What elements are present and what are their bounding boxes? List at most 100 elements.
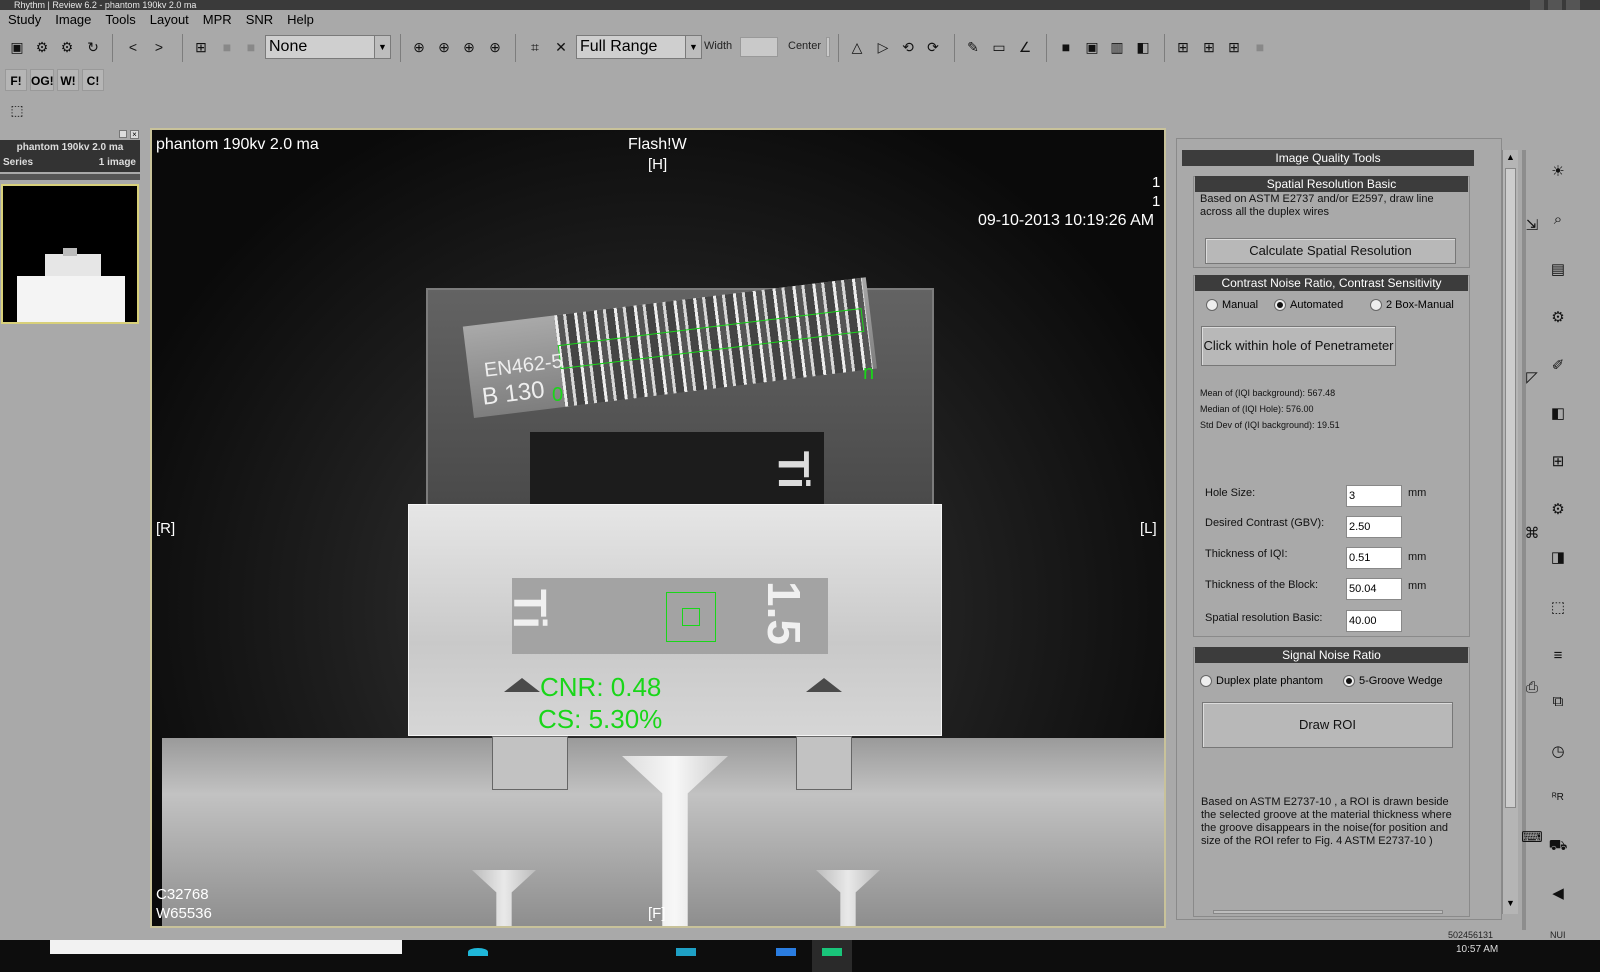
annotate-icon[interactable]: ✎ (962, 36, 984, 58)
brightness-icon[interactable]: ☀ (1546, 160, 1570, 184)
scroll-thumb[interactable] (1505, 168, 1516, 808)
width-input[interactable] (740, 37, 778, 57)
cnr-mode-2box[interactable]: 2 Box-Manual (1370, 299, 1454, 311)
flag-w-button[interactable]: W! (57, 69, 79, 91)
plate-thickness-label: 1.5 (757, 581, 810, 645)
pointer-tool-icon[interactable]: ⬚ (6, 99, 28, 121)
thickness-iqi-unit: mm (1408, 551, 1427, 563)
add-layout-icon[interactable]: ⊞ (190, 36, 212, 58)
range-select[interactable]: Full Range ▼ (576, 35, 702, 59)
network-icon[interactable]: ⌘ (1520, 522, 1544, 546)
layout-columns-icon[interactable]: ▥ (1106, 36, 1128, 58)
refresh-icon[interactable]: ↻ (82, 36, 104, 58)
grid-3x2-icon[interactable]: ⊞ (1198, 36, 1220, 58)
layers-icon[interactable]: ≡ (1546, 644, 1570, 668)
grid-2x2-icon[interactable]: ⊞ (1172, 36, 1194, 58)
image-viewer[interactable]: EN462-5 B 130 0 n Ti Ti 1.5 CNR: 0.48 CS… (150, 128, 1166, 928)
annotation-icon[interactable]: ✐ (1546, 354, 1570, 378)
taskbar-app-icon-1[interactable] (468, 948, 488, 956)
process-icon[interactable]: ⚙ (1546, 498, 1570, 522)
rotate-left-icon[interactable]: ⟲ (897, 36, 919, 58)
hole-size-field[interactable] (1346, 485, 1402, 507)
series-thumbnail[interactable] (1, 184, 139, 324)
calculate-spatial-resolution-button[interactable]: Calculate Spatial Resolution (1205, 238, 1456, 264)
taskbar-app-icon-3[interactable] (776, 948, 796, 956)
ruler-icon[interactable]: ▭ (988, 36, 1010, 58)
angle-icon[interactable]: ∠ (1014, 36, 1036, 58)
click-within-hole-button[interactable]: Click within hole of Penetrameter (1201, 326, 1396, 366)
menu-mpr[interactable]: MPR (203, 10, 232, 30)
menu-layout[interactable]: Layout (150, 10, 189, 30)
compare-icon[interactable]: ◧ (1546, 402, 1570, 426)
flip-vertical-icon[interactable]: △ (846, 36, 868, 58)
cube-icon[interactable]: ⬚ (1546, 596, 1570, 620)
snr-mode-wedge[interactable]: 5-Groove Wedge (1343, 675, 1443, 687)
zoom-1x-icon[interactable]: ⊕ (408, 36, 430, 58)
previous-icon[interactable]: < (122, 36, 144, 58)
quality-tools-title: Image Quality Tools (1182, 150, 1474, 166)
zoom-3x-icon[interactable]: ⊕ (458, 36, 480, 58)
profile-icon[interactable]: ◸ (1520, 366, 1544, 390)
draw-roi-button[interactable]: Draw ROI (1202, 702, 1453, 748)
flip-horizontal-icon[interactable]: ▷ (872, 36, 894, 58)
layout-split-icon[interactable]: ▣ (1081, 36, 1103, 58)
grid-3x3-icon[interactable]: ⊞ (1223, 36, 1245, 58)
flag-og-button[interactable]: OG! (30, 69, 54, 91)
taskbar-app-icon-2[interactable] (676, 948, 696, 956)
open-study-icon[interactable]: ▣ (6, 36, 28, 58)
zoom-2x-icon[interactable]: ⊕ (433, 36, 455, 58)
scroll-down-icon[interactable]: ▼ (1505, 898, 1516, 910)
menu-image[interactable]: Image (55, 10, 91, 30)
cnr-mode-automated[interactable]: Automated (1274, 299, 1343, 311)
film-icon[interactable]: ▤ (1546, 258, 1570, 282)
close-button[interactable] (1566, 0, 1580, 10)
stack-icon[interactable]: ◨ (1546, 546, 1570, 570)
layout-right-icon[interactable]: ◧ (1132, 36, 1154, 58)
taskbar-app-icon-4[interactable] (822, 948, 842, 956)
export-icon[interactable]: ⇲ (1520, 214, 1544, 238)
clock-icon[interactable]: ◷ (1546, 740, 1570, 764)
vehicle-icon[interactable]: ⛟ (1546, 834, 1570, 858)
cnr-mode-manual[interactable]: Manual (1206, 299, 1258, 311)
thickness-block-field[interactable] (1346, 578, 1402, 600)
layout-1x1-icon[interactable]: ■ (1055, 36, 1077, 58)
flag-f-button[interactable]: F! (5, 69, 27, 91)
taskbar-active-app[interactable] (812, 940, 852, 972)
panel-scrollbar[interactable]: ▲ ▼ (1502, 150, 1518, 914)
window-level-icon[interactable]: ⌗ (524, 36, 546, 58)
scroll-up-icon[interactable]: ▲ (1505, 152, 1516, 164)
taskbar-search-box[interactable] (50, 940, 402, 954)
keyboard-icon[interactable]: ⌨ (1520, 826, 1544, 850)
back-icon[interactable]: ◀ (1546, 882, 1570, 906)
rotate-r-icon[interactable]: ᴿR (1546, 786, 1570, 810)
print-icon[interactable]: ⎙ (1520, 676, 1544, 700)
zoom-4x-icon[interactable]: ⊕ (484, 36, 506, 58)
next-icon[interactable]: > (148, 36, 170, 58)
minimize-button[interactable] (1530, 0, 1544, 10)
menu-study[interactable]: Study (8, 10, 41, 30)
window-level-reset-icon[interactable]: ✕ (550, 36, 572, 58)
cnr-readout: CNR: 0.48 (540, 672, 662, 702)
spatial-basic-field[interactable] (1346, 610, 1402, 632)
mpr-icon[interactable]: ⚙ (1546, 306, 1570, 330)
desired-contrast-field[interactable] (1346, 516, 1402, 538)
center-input[interactable] (826, 37, 830, 57)
maximize-button[interactable] (1548, 0, 1562, 10)
panel-close-icon[interactable]: × (130, 130, 139, 139)
menu-snr[interactable]: SNR (246, 10, 273, 30)
snr-title: Signal Noise Ratio (1195, 647, 1468, 663)
menu-help[interactable]: Help (287, 10, 314, 30)
flag-c-button[interactable]: C! (82, 69, 104, 91)
rotate-right-icon[interactable]: ⟳ (922, 36, 944, 58)
menu-tools[interactable]: Tools (105, 10, 135, 30)
copy-icon[interactable]: ⧉ (1546, 690, 1570, 714)
magnifier-icon[interactable]: ⌕ (1546, 208, 1570, 232)
thickness-iqi-field[interactable] (1346, 547, 1402, 569)
settings-gear-icon[interactable]: ⚙ (31, 36, 53, 58)
roi-inner-box[interactable] (682, 608, 700, 626)
grid-icon[interactable]: ⊞ (1546, 450, 1570, 474)
panel-pin-icon[interactable] (119, 130, 127, 138)
snr-mode-duplex[interactable]: Duplex plate phantom (1200, 675, 1323, 687)
layout-select[interactable]: None ▼ (265, 35, 391, 59)
export-gear-icon[interactable]: ⚙ (56, 36, 78, 58)
